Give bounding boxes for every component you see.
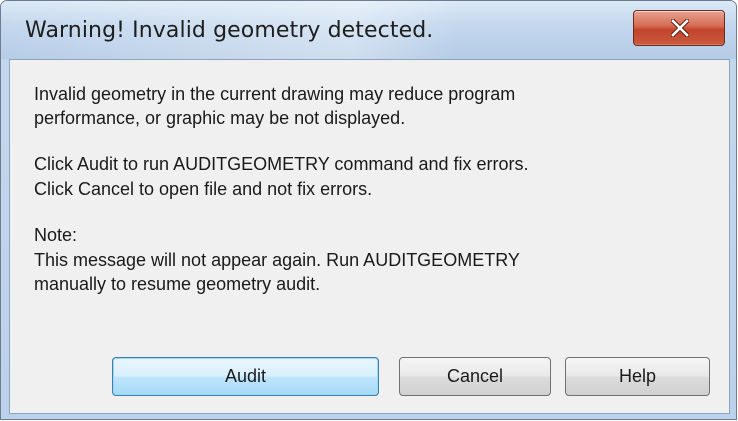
message-line: manually to resume geometry audit. bbox=[34, 274, 321, 294]
window-title: Warning! Invalid geometry detected. bbox=[25, 18, 434, 43]
message-line: This message will not appear again. Run … bbox=[34, 250, 520, 270]
message-line: Invalid geometry in the current drawing … bbox=[34, 84, 516, 104]
help-button[interactable]: Help bbox=[565, 357, 710, 396]
cancel-button[interactable]: Cancel bbox=[399, 357, 551, 396]
message-line: Click Audit to run AUDITGEOMETRY command… bbox=[34, 154, 529, 174]
note-label: Note: bbox=[34, 225, 78, 245]
message-line: performance, or graphic may be not displ… bbox=[34, 108, 406, 128]
title-bar[interactable]: Warning! Invalid geometry detected. bbox=[1, 1, 736, 59]
audit-button[interactable]: Audit bbox=[112, 357, 379, 396]
dialog-content: Invalid geometry in the current drawing … bbox=[9, 59, 730, 414]
dialog-window: Warning! Invalid geometry detected. Inva… bbox=[0, 0, 737, 420]
close-icon bbox=[671, 19, 689, 37]
close-button[interactable] bbox=[633, 10, 725, 46]
message-line: Click Cancel to open file and not fix er… bbox=[34, 179, 373, 199]
